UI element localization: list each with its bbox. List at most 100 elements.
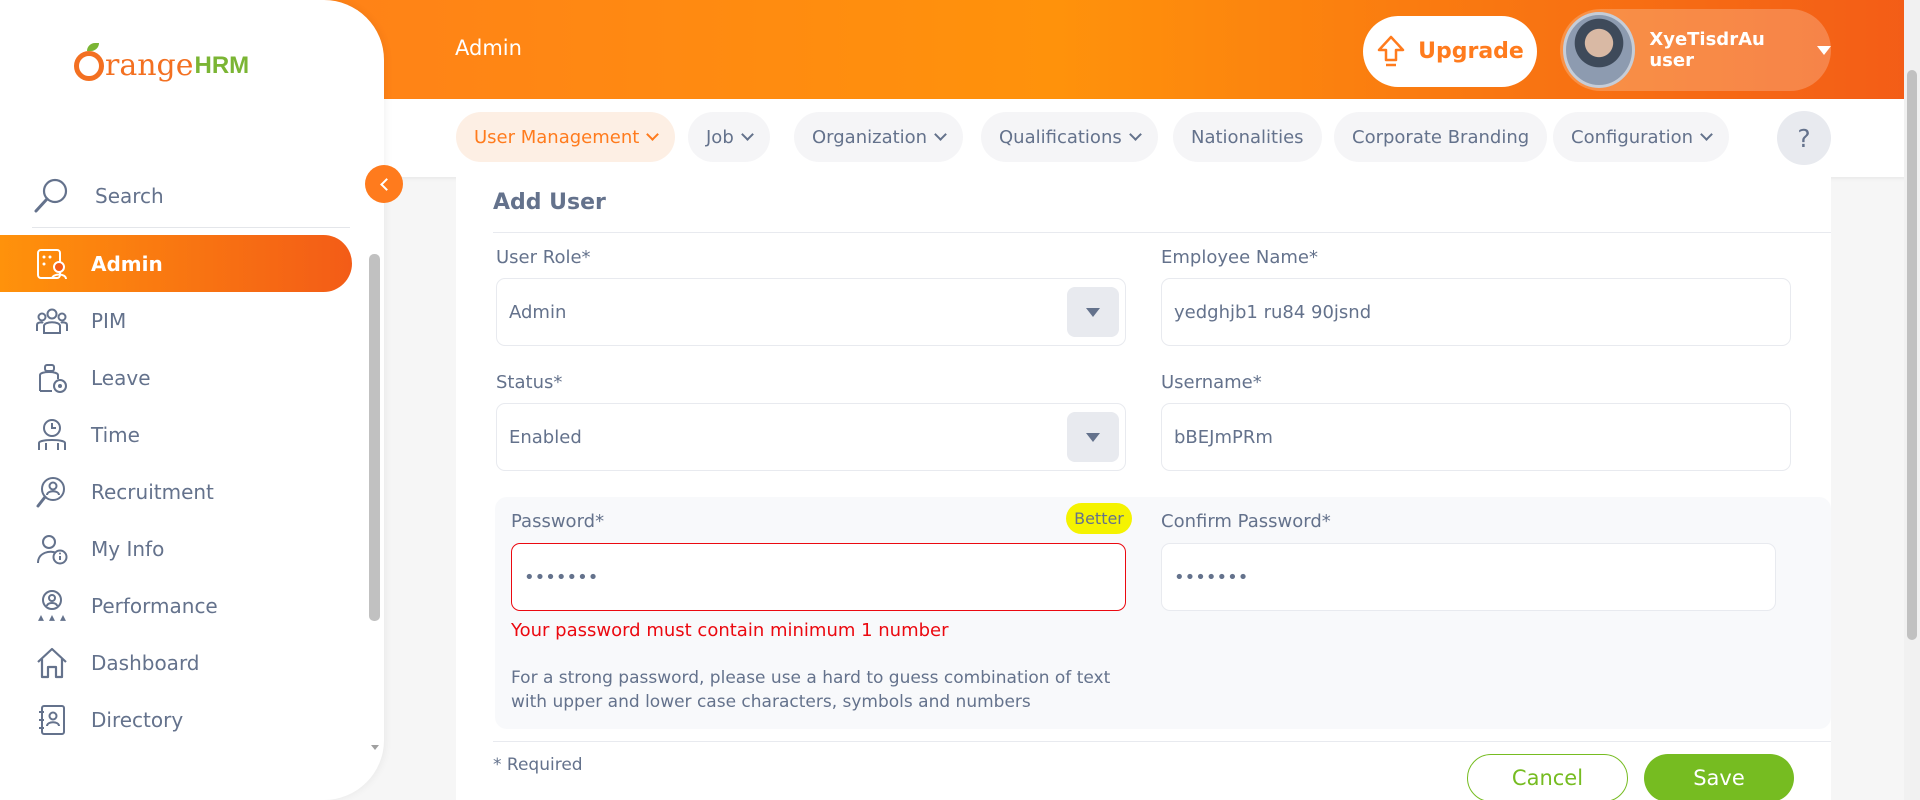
- confirm-password-label: Confirm Password*: [1161, 511, 1331, 532]
- chevron-down-icon: [740, 128, 754, 141]
- tab-label: Organization: [812, 126, 928, 148]
- sidebar-item-label: Recruitment: [91, 479, 214, 504]
- caret-down-icon: [1817, 45, 1831, 55]
- username-label: Username*: [1161, 372, 1262, 393]
- sidebar-item-label: Time: [91, 422, 140, 447]
- user-name: XyeTisdrAu user: [1649, 29, 1765, 71]
- orangehrm-logo[interactable]: range HRM: [74, 42, 250, 83]
- form-title: Add User: [493, 190, 606, 215]
- logo-text: range: [105, 48, 194, 83]
- page-scrollbar[interactable]: [1904, 0, 1920, 800]
- avatar: [1563, 12, 1636, 88]
- employee-name-label: Employee Name*: [1161, 247, 1318, 268]
- upgrade-arrow-icon: [1377, 35, 1405, 66]
- sidebar-item-label: PIM: [91, 308, 127, 333]
- employee-name-value: yedghjb1 ru84 90jsnd: [1174, 301, 1372, 323]
- password-input[interactable]: •••••••: [511, 543, 1126, 611]
- tab-job[interactable]: Job: [688, 112, 770, 162]
- chevron-left-icon: [379, 177, 393, 191]
- chevron-down-icon: [646, 128, 660, 141]
- divider: [493, 741, 1831, 742]
- tab-label: Corporate Branding: [1352, 126, 1530, 148]
- dropdown-caret-icon[interactable]: [1067, 287, 1119, 337]
- page-title: Admin: [455, 36, 522, 60]
- sidebar-item-label: Performance: [91, 593, 218, 618]
- password-error: Your password must contain minimum 1 num…: [511, 620, 949, 641]
- add-user-form: Add User User Role* Admin Employee Name*…: [456, 177, 1831, 800]
- my-info-icon: [34, 531, 70, 567]
- status-label: Status*: [496, 372, 563, 393]
- tab-label: Job: [706, 126, 734, 148]
- sidebar-item-label: Admin: [91, 251, 163, 276]
- collapse-sidebar-button[interactable]: [365, 165, 403, 203]
- sidebar-item-dashboard[interactable]: Dashboard: [0, 634, 384, 691]
- pim-icon: [34, 303, 70, 339]
- admin-icon: [34, 246, 70, 282]
- tab-label: Nationalities: [1191, 126, 1304, 148]
- search-icon: [34, 178, 68, 212]
- tab-corporate-branding[interactable]: Corporate Branding: [1334, 112, 1548, 162]
- leave-icon: [34, 360, 70, 396]
- scrollbar-thumb[interactable]: [1907, 70, 1917, 640]
- employee-name-input[interactable]: yedghjb1 ru84 90jsnd: [1161, 278, 1791, 346]
- tab-user-management[interactable]: User Management: [456, 112, 676, 162]
- scrollbar-thumb[interactable]: [369, 254, 380, 621]
- sidebar-item-label: Directory: [91, 707, 184, 732]
- confirm-password-value: •••••••: [1174, 566, 1249, 588]
- save-button[interactable]: Save: [1644, 754, 1794, 800]
- tab-nationalities[interactable]: Nationalities: [1173, 112, 1322, 162]
- status-select[interactable]: Enabled: [496, 403, 1126, 471]
- sidebar-scrollbar[interactable]: [367, 250, 382, 750]
- sidebar-item-performance[interactable]: Performance: [0, 577, 384, 634]
- user-dropdown[interactable]: XyeTisdrAu user: [1560, 9, 1831, 91]
- username-value: bBEJmPRm: [1174, 426, 1273, 448]
- required-note: * Required: [493, 755, 583, 775]
- tab-organization[interactable]: Organization: [794, 112, 964, 162]
- sidebar: range HRM Search Admin PIM Leave Time Re…: [0, 0, 384, 800]
- sidebar-item-label: My Info: [91, 536, 165, 561]
- sidebar-item-label: Dashboard: [91, 650, 200, 675]
- user-role-label: User Role*: [496, 247, 591, 268]
- orange-logo-icon: [74, 42, 104, 81]
- sidebar-item-my-info[interactable]: My Info: [0, 520, 384, 577]
- top-navigation: User Management Job Organization Qualifi…: [384, 99, 1920, 177]
- sidebar-item-pim[interactable]: PIM: [0, 292, 384, 349]
- sidebar-item-label: Leave: [91, 365, 151, 390]
- chevron-down-icon: [1700, 128, 1713, 141]
- sidebar-search[interactable]: Search: [32, 164, 350, 228]
- password-value: •••••••: [524, 566, 599, 588]
- tab-configuration[interactable]: Configuration: [1553, 112, 1730, 162]
- sidebar-item-recruitment[interactable]: Recruitment: [0, 463, 384, 520]
- help-button[interactable]: ?: [1777, 111, 1831, 165]
- sidebar-item-admin[interactable]: Admin: [0, 235, 352, 292]
- recruitment-icon: [34, 474, 70, 510]
- username-input[interactable]: bBEJmPRm: [1161, 403, 1791, 471]
- sidebar-item-time[interactable]: Time: [0, 406, 384, 463]
- password-strength-badge: Better: [1066, 503, 1132, 534]
- cancel-button[interactable]: Cancel: [1467, 754, 1628, 800]
- performance-icon: [34, 588, 70, 624]
- sidebar-menu: Admin PIM Leave Time Recruitment My Info…: [0, 235, 384, 748]
- scroll-down-arrow-icon[interactable]: [371, 745, 379, 750]
- upgrade-button[interactable]: Upgrade: [1363, 16, 1537, 87]
- tab-label: User Management: [474, 126, 640, 148]
- logo-hrm-text: HRM: [194, 51, 250, 79]
- tab-label: Qualifications: [999, 126, 1122, 148]
- chevron-down-icon: [934, 128, 947, 141]
- divider: [493, 232, 1831, 233]
- dashboard-icon: [34, 645, 70, 681]
- sidebar-item-leave[interactable]: Leave: [0, 349, 384, 406]
- password-hint: For a strong password, please use a hard…: [511, 668, 1111, 712]
- tab-qualifications[interactable]: Qualifications: [981, 112, 1158, 162]
- search-label: Search: [95, 183, 164, 208]
- confirm-password-input[interactable]: •••••••: [1161, 543, 1776, 611]
- user-role-select[interactable]: Admin: [496, 278, 1126, 346]
- tab-label: Configuration: [1571, 126, 1694, 148]
- sidebar-item-directory[interactable]: Directory: [0, 691, 384, 748]
- password-label: Password*: [511, 511, 605, 532]
- chevron-down-icon: [1128, 128, 1142, 141]
- user-role-value: Admin: [509, 301, 567, 323]
- upgrade-label: Upgrade: [1418, 39, 1524, 64]
- dropdown-caret-icon[interactable]: [1067, 412, 1119, 462]
- time-icon: [34, 417, 70, 453]
